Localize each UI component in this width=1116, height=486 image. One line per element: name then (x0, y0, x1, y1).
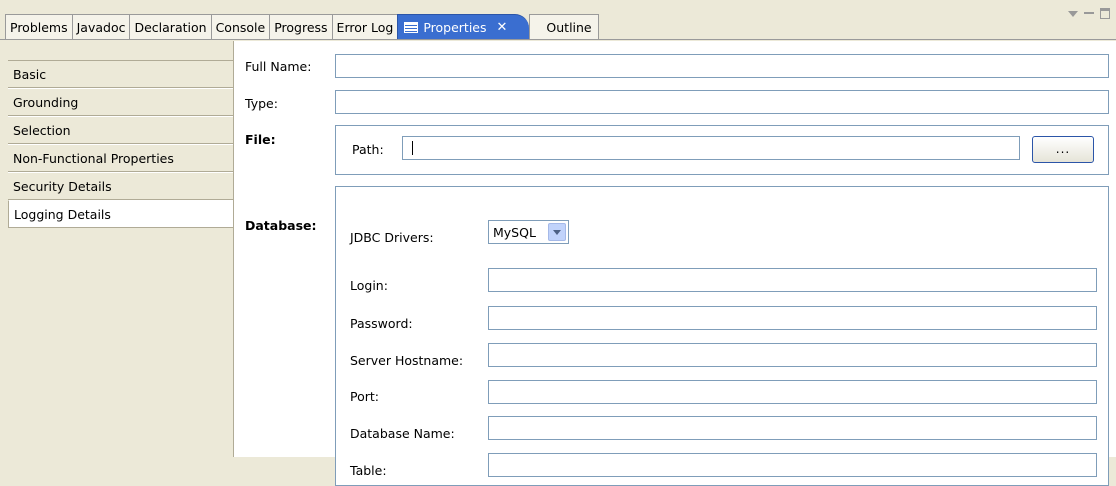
tab-properties[interactable]: Properties ✕ (397, 14, 530, 40)
section-logging-details[interactable]: Logging Details (8, 200, 235, 228)
section-selection[interactable]: Selection (8, 116, 233, 144)
minimize-icon[interactable] (1084, 12, 1094, 14)
section-grounding[interactable]: Grounding (8, 88, 233, 116)
text-caret (412, 141, 413, 155)
table-label: Table: (350, 463, 387, 478)
password-field[interactable] (488, 306, 1097, 330)
tab-properties-label: Properties (423, 19, 487, 35)
server-hostname-label: Server Hostname: (350, 353, 464, 368)
file-group: Path: ... (335, 125, 1109, 175)
tab-declaration[interactable]: Declaration (129, 14, 211, 39)
full-name-label: Full Name: (245, 59, 312, 74)
view-controls (1068, 8, 1110, 19)
tab-progress[interactable]: Progress (269, 14, 332, 39)
tab-problems[interactable]: Problems (5, 14, 72, 39)
tab-javadoc[interactable]: Javadoc (71, 14, 130, 39)
type-label: Type: (245, 96, 278, 111)
close-icon[interactable]: ✕ (497, 15, 508, 40)
jdbc-drivers-value: MySQL (493, 224, 536, 240)
database-group: JDBC Drivers: MySQL Login: Password: Ser… (335, 186, 1109, 486)
database-name-field[interactable] (488, 416, 1097, 440)
tab-console[interactable]: Console (210, 14, 270, 39)
chevron-down-icon[interactable] (548, 223, 566, 241)
database-label: Database: (245, 218, 317, 233)
login-field[interactable] (488, 268, 1097, 292)
properties-form: Full Name: Type: File: Path: ... Databas… (233, 41, 1116, 486)
maximize-icon[interactable] (1100, 8, 1110, 19)
server-hostname-field[interactable] (488, 343, 1097, 367)
properties-icon (404, 21, 419, 33)
tab-strip: Problems Javadoc Declaration Console Pro… (5, 14, 599, 39)
full-name-field[interactable] (335, 54, 1109, 78)
tab-error-log[interactable]: Error Log (331, 14, 398, 39)
jdbc-drivers-select[interactable]: MySQL (488, 220, 569, 244)
section-non-functional-properties[interactable]: Non-Functional Properties (8, 144, 233, 172)
database-name-label: Database Name: (350, 426, 455, 441)
section-basic[interactable]: Basic (8, 60, 233, 88)
path-label: Path: (352, 142, 384, 157)
path-field[interactable] (402, 136, 1020, 160)
type-field[interactable] (335, 90, 1109, 114)
section-security-details[interactable]: Security Details (8, 172, 233, 200)
file-label: File: (245, 132, 276, 147)
view-menu-icon[interactable] (1068, 11, 1078, 17)
password-label: Password: (350, 316, 413, 331)
port-label: Port: (350, 389, 379, 404)
tab-outline[interactable]: Outline (529, 14, 599, 39)
browse-button[interactable]: ... (1032, 136, 1094, 163)
jdbc-drivers-label: JDBC Drivers: (350, 230, 434, 245)
view-tab-bar: Problems Javadoc Declaration Console Pro… (0, 0, 1116, 40)
section-nav: Basic Grounding Selection Non-Functional… (8, 60, 235, 457)
login-label: Login: (350, 278, 388, 293)
port-field[interactable] (488, 380, 1097, 404)
